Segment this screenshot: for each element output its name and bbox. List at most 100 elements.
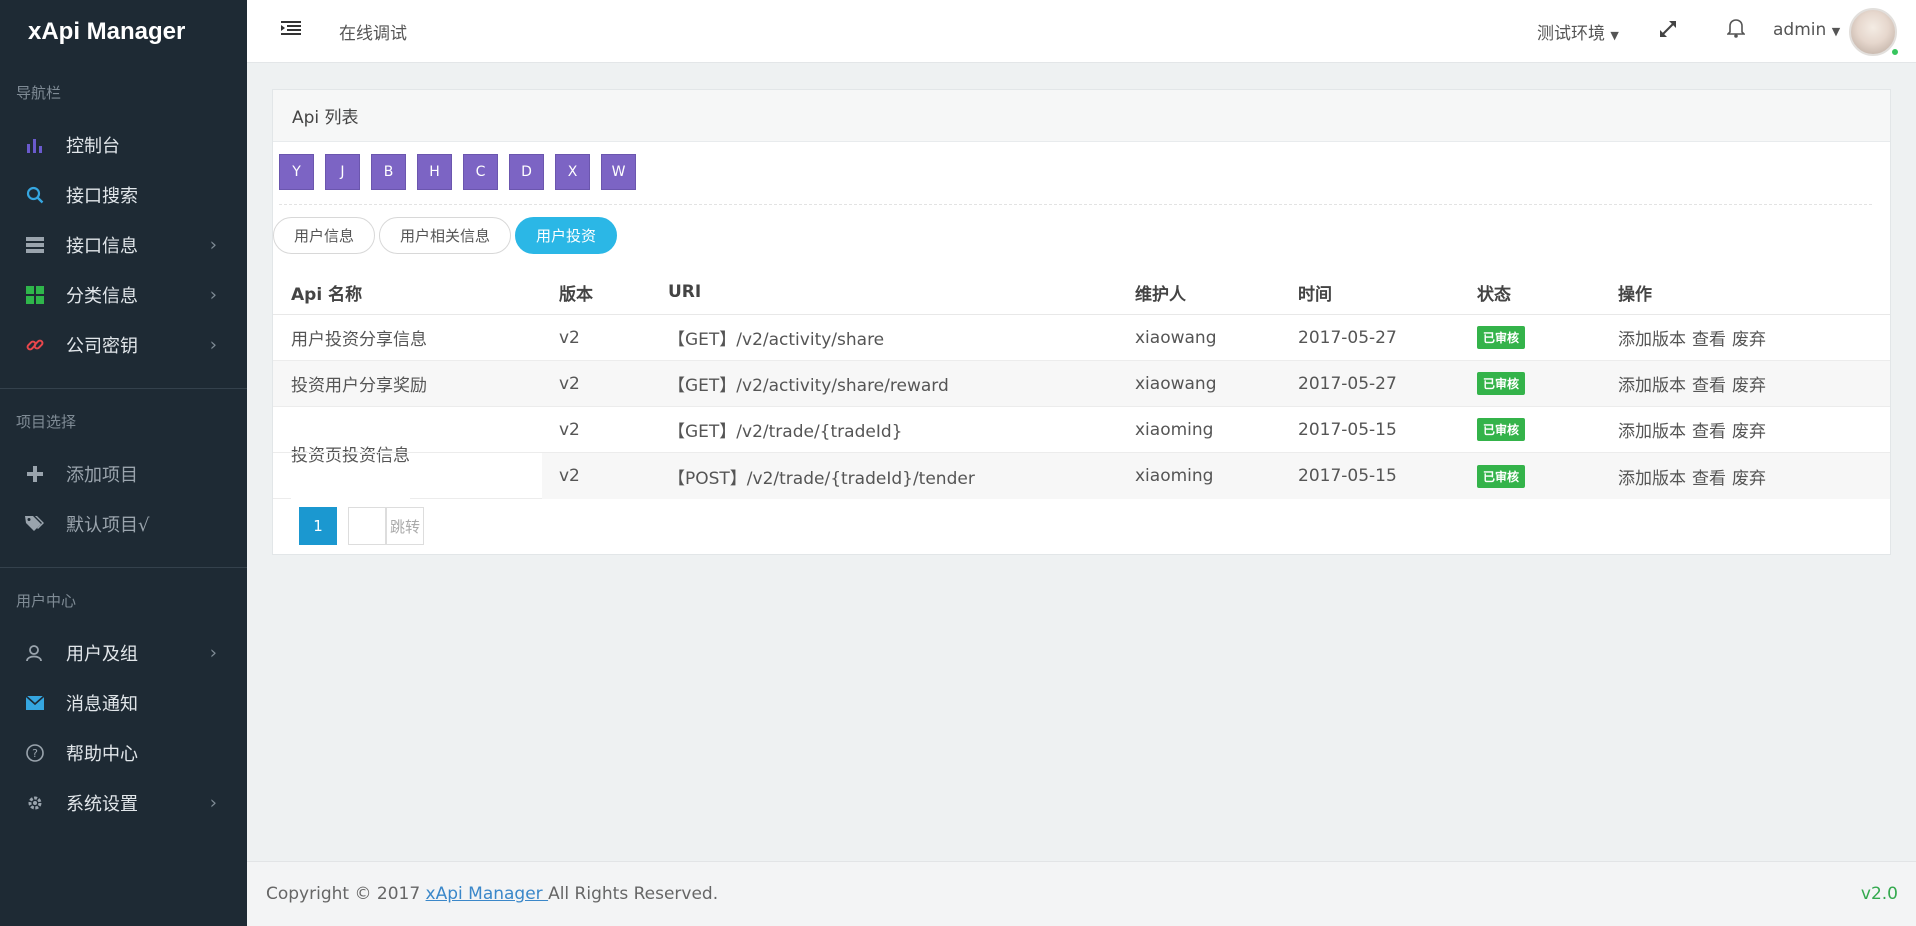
- api-time: 2017-05-15: [1298, 419, 1397, 440]
- section-label-user-center: 用户中心: [16, 591, 77, 610]
- api-uri: 【GET】/v2/activity/share: [668, 330, 885, 350]
- divider: [0, 567, 247, 568]
- deprecate-link[interactable]: 废弃: [1732, 325, 1766, 350]
- sidebar-item-api-info[interactable]: 接口信息 ›: [0, 220, 247, 270]
- user-menu[interactable]: admin ▼: [1773, 20, 1840, 40]
- fullscreen-icon[interactable]: [1659, 20, 1681, 42]
- api-name: 用户投资分享信息: [291, 330, 427, 350]
- column-header: 操作: [1618, 284, 1652, 305]
- sidebar-item-notifications[interactable]: 消息通知: [0, 678, 247, 728]
- copyright-prefix: Copyright © 2017: [266, 884, 426, 904]
- link-icon: [24, 334, 46, 356]
- user-icon: [24, 642, 46, 664]
- letter-button[interactable]: H: [417, 154, 452, 190]
- view-link[interactable]: 查看: [1692, 371, 1726, 396]
- page-jump-button[interactable]: 跳转: [386, 507, 424, 545]
- search-icon: [24, 184, 46, 206]
- bell-icon[interactable]: [1726, 18, 1749, 42]
- api-uri: 【GET】/v2/activity/share/reward: [668, 376, 949, 396]
- chevron-right-icon: ›: [209, 334, 217, 356]
- api-time: 2017-05-27: [1298, 373, 1397, 394]
- bar-chart-icon: [24, 134, 46, 156]
- view-link[interactable]: 查看: [1692, 417, 1726, 442]
- env-label: 测试环境: [1537, 24, 1605, 44]
- sidebar-item-category[interactable]: 分类信息 ›: [0, 270, 247, 320]
- column-header: Api 名称: [291, 284, 363, 305]
- deprecate-link[interactable]: 废弃: [1732, 464, 1766, 489]
- username: admin: [1773, 20, 1827, 40]
- status-cell: 已审核: [1477, 361, 1526, 406]
- gear-icon: [24, 792, 46, 814]
- sidebar-item-help[interactable]: ? 帮助中心: [0, 728, 247, 778]
- add-version-link[interactable]: 添加版本: [1618, 464, 1686, 489]
- tab-user-related[interactable]: 用户相关信息: [379, 217, 512, 254]
- sidebar: xApi Manager 导航栏 控制台 接口搜索 接口信息 › 分类信息 › …: [0, 0, 247, 926]
- column-header: 时间: [1298, 284, 1332, 305]
- sidebar-item-default-project[interactable]: 默认项目√: [0, 499, 247, 549]
- panel-title: Api 列表: [273, 90, 1890, 142]
- sidebar-item-label: 用户及组: [66, 644, 138, 665]
- caret-down-icon: ▼: [1610, 29, 1619, 42]
- status-cell: 已审核: [1477, 453, 1526, 499]
- letter-button[interactable]: W: [601, 154, 636, 190]
- sidebar-item-label: 默认项目√: [66, 515, 150, 536]
- add-version-link[interactable]: 添加版本: [1618, 325, 1686, 350]
- sidebar-item-label: 帮助中心: [66, 744, 138, 765]
- brand-logo[interactable]: xApi Manager: [0, 0, 247, 64]
- sidebar-item-dashboard[interactable]: 控制台: [0, 120, 247, 170]
- row-actions: 添加版本 查看 废弃: [1618, 361, 1772, 406]
- table-row: 用户投资分享信息 v2 【GET】/v2/activity/share xiao…: [273, 315, 1890, 361]
- table-row: v2 【POST】/v2/trade/{tradeId}/tender xiao…: [273, 453, 1890, 499]
- copyright: Copyright © 2017 xApi Manager All Rights…: [266, 884, 718, 904]
- footer-link[interactable]: xApi Manager: [426, 884, 549, 904]
- env-dropdown[interactable]: 测试环境 ▼: [1537, 19, 1619, 44]
- svg-text:?: ?: [32, 747, 38, 760]
- letter-filter: Y J B H C D X W: [279, 154, 636, 190]
- column-header: 版本: [559, 284, 593, 305]
- table-header: Api 名称 版本 URI 维护人 时间 状态 操作: [273, 270, 1890, 315]
- table-row: 投资用户分享奖励 v2 【GET】/v2/activity/share/rewa…: [273, 361, 1890, 407]
- deprecate-link[interactable]: 废弃: [1732, 417, 1766, 442]
- online-status-dot: [1890, 47, 1900, 57]
- tab-user-info[interactable]: 用户信息: [273, 217, 376, 254]
- add-version-link[interactable]: 添加版本: [1618, 371, 1686, 396]
- sidebar-item-add-project[interactable]: 添加项目: [0, 449, 247, 499]
- menu-toggle-icon[interactable]: [281, 20, 303, 42]
- row-actions: 添加版本 查看 废弃: [1618, 453, 1772, 499]
- version-label: v2.0: [1860, 884, 1898, 904]
- sidebar-item-settings[interactable]: 系统设置 ›: [0, 778, 247, 828]
- status-badge: 已审核: [1477, 372, 1526, 395]
- deprecate-link[interactable]: 废弃: [1732, 371, 1766, 396]
- table-row: v2 【GET】/v2/trade/{tradeId} xiaoming 201…: [273, 407, 1890, 453]
- view-link[interactable]: 查看: [1692, 464, 1726, 489]
- tab-user-investment[interactable]: 用户投资: [515, 217, 618, 254]
- status-cell: 已审核: [1477, 407, 1526, 452]
- api-version: v2: [559, 466, 580, 486]
- sidebar-item-users-groups[interactable]: 用户及组 ›: [0, 628, 247, 678]
- top-bar: 在线调试 测试环境 ▼ admin ▼: [247, 0, 1916, 63]
- status-badge: 已审核: [1477, 418, 1526, 441]
- letter-button[interactable]: D: [509, 154, 544, 190]
- divider: [0, 388, 247, 389]
- view-link[interactable]: 查看: [1692, 325, 1726, 350]
- plus-icon: [24, 463, 46, 485]
- api-owner: xiaoming: [1135, 419, 1214, 440]
- api-version: v2: [559, 373, 580, 394]
- server-icon: [24, 234, 46, 256]
- letter-button[interactable]: C: [463, 154, 498, 190]
- letter-button[interactable]: B: [371, 154, 406, 190]
- page-button-current[interactable]: 1: [299, 507, 337, 545]
- api-uri: 【POST】/v2/trade/{tradeId}/tender: [668, 468, 975, 489]
- api-owner: xiaoming: [1135, 466, 1214, 486]
- sidebar-item-label: 系统设置: [66, 794, 138, 815]
- sidebar-item-label: 接口信息: [66, 236, 138, 257]
- letter-button[interactable]: Y: [279, 154, 314, 190]
- sidebar-item-search[interactable]: 接口搜索: [0, 170, 247, 220]
- api-version: v2: [559, 419, 580, 440]
- page-jump-input[interactable]: [348, 507, 386, 545]
- add-version-link[interactable]: 添加版本: [1618, 417, 1686, 442]
- letter-button[interactable]: J: [325, 154, 360, 190]
- sidebar-item-company-key[interactable]: 公司密钥 ›: [0, 320, 247, 370]
- category-tabs: 用户信息 用户相关信息 用户投资: [273, 217, 618, 254]
- letter-button[interactable]: X: [555, 154, 590, 190]
